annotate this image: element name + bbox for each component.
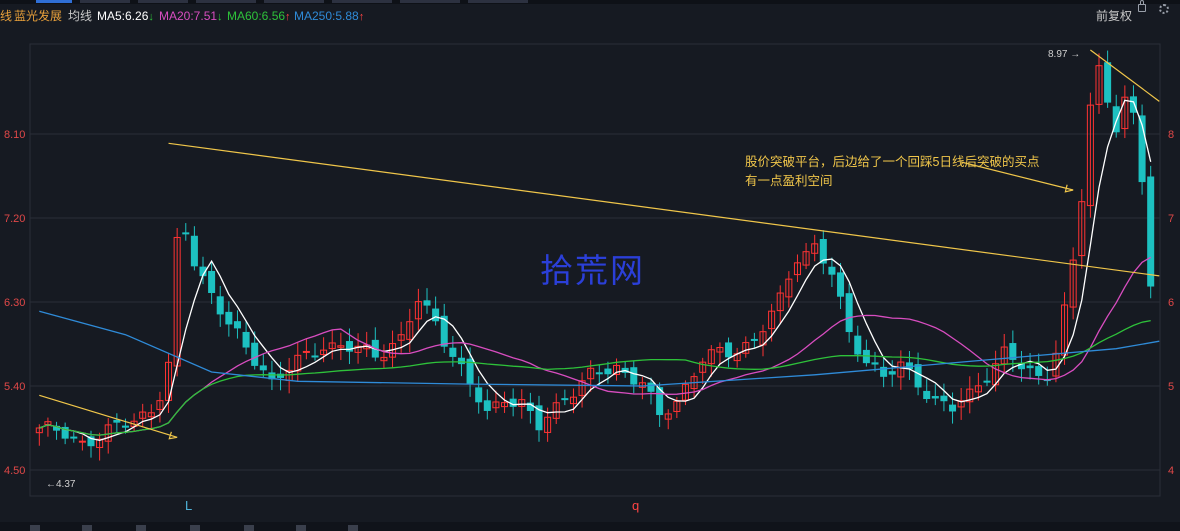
y-tick-label-right: 7 [1168, 213, 1174, 225]
annotation-line-2: 有一点盈利空间 [745, 174, 833, 188]
candle-body [449, 347, 457, 357]
y-tick-label-left: 4.50 [4, 465, 25, 477]
gear-icon[interactable] [1159, 4, 1169, 14]
bottom-tab[interactable] [244, 525, 254, 531]
candle-body [182, 232, 190, 235]
candle-body [888, 371, 896, 375]
candle-body [208, 270, 216, 294]
candle-body [750, 338, 758, 341]
candle-body [121, 425, 129, 428]
candle-body [423, 300, 431, 306]
candle-body [483, 400, 491, 411]
x-marker-label: q [632, 498, 639, 513]
y-tick-label-left: 8.10 [4, 129, 25, 141]
candle-body [1035, 366, 1043, 376]
ma5-value: MA5:6.26↓ [97, 9, 154, 23]
y-tick-label-right: 6 [1168, 297, 1174, 309]
candle-body [311, 355, 319, 358]
candle-body [78, 440, 86, 443]
low-price-label: ←4.37 [46, 479, 76, 490]
candle-body [259, 365, 267, 371]
candle-body [216, 296, 224, 315]
candle-body [630, 367, 638, 385]
x-marker-label: L [185, 498, 192, 513]
candle-body [233, 321, 241, 329]
bottom-tab[interactable] [30, 525, 40, 531]
y-tick-label-left: 6.30 [4, 297, 25, 309]
candle-body [871, 362, 879, 365]
high-price-label: 8.97 → [1048, 49, 1080, 60]
trend-arrow-head [168, 431, 178, 440]
candle-body [604, 368, 612, 375]
bottom-tab[interactable] [136, 525, 146, 531]
y-tick-label-right: 4 [1168, 465, 1174, 477]
candle-body [983, 380, 991, 383]
period-tab[interactable] [400, 0, 460, 3]
ma60-line [39, 319, 1151, 436]
candle-body [914, 364, 922, 388]
candle-body [432, 308, 440, 322]
y-tick-label-right: 5 [1168, 381, 1174, 393]
watermark: 拾荒网 [540, 251, 645, 290]
candle-body [113, 419, 121, 423]
candle-body [940, 395, 948, 402]
bottom-tab[interactable] [82, 525, 92, 531]
candle-body [302, 350, 310, 353]
candle-body [190, 235, 198, 267]
period-tab[interactable] [264, 0, 324, 3]
y-tick-label-right: 8 [1168, 129, 1174, 141]
period-tab[interactable] [138, 0, 188, 3]
bottom-tab[interactable] [348, 525, 358, 531]
candle-body [1129, 96, 1137, 113]
candle-body [845, 293, 853, 333]
bottom-tab[interactable] [190, 525, 200, 531]
candle-body [1104, 62, 1112, 103]
candle-body [251, 342, 259, 366]
period-tab[interactable] [196, 0, 256, 3]
candle-body [225, 311, 233, 325]
candle-body [837, 272, 845, 297]
candle-body [905, 362, 913, 370]
candle-body [242, 331, 250, 348]
ma250-value: MA250:5.88↑ [294, 9, 365, 23]
y-tick-label-left: 7.20 [4, 213, 25, 225]
indicator-name[interactable]: 均线 [68, 4, 92, 28]
period-tab[interactable] [468, 0, 528, 3]
period-tab[interactable] [332, 0, 392, 3]
candle-body [70, 436, 78, 439]
candle-body [828, 266, 836, 275]
trend-arrow-head [1064, 184, 1074, 193]
indicator-header: 线 蓝光发展 均线 MA5:6.26↓ MA20:7.51↓ MA60:6.56… [0, 0, 1180, 28]
ma60-value: MA60:6.56↑ [227, 9, 291, 23]
candle-body [725, 342, 733, 358]
active-period-tab[interactable] [36, 0, 72, 3]
candle-body [854, 335, 862, 355]
ma20-value: MA20:7.51↓ [159, 9, 223, 23]
lock-icon[interactable] [1138, 0, 1146, 12]
ma5-arrow-icon: ↓ [148, 11, 154, 23]
adjust-mode-button[interactable]: 前复权 [1096, 4, 1132, 28]
candle-body [1026, 365, 1034, 369]
candle-body [923, 390, 931, 400]
ma60-arrow-icon: ↑ [285, 11, 291, 23]
candle-body [561, 398, 569, 401]
candle-body [647, 382, 655, 392]
y-tick-label-left: 5.40 [4, 381, 25, 393]
header-fragment: 线 [0, 9, 13, 23]
candle-body [931, 396, 939, 399]
ma20-arrow-icon: ↓ [217, 11, 223, 23]
candle-body [1147, 176, 1155, 287]
candle-body [949, 404, 957, 412]
candle-body [595, 372, 603, 375]
bottom-tab-bar [0, 522, 1180, 531]
ma250-arrow-icon: ↑ [358, 11, 365, 23]
candle-body [475, 387, 483, 403]
candle-body [457, 357, 465, 365]
period-tab[interactable] [80, 0, 130, 3]
annotation-line-1: 股价突破平台，后边给了一个回踩5日线后突破的买点 [745, 155, 1040, 169]
chart-annotation: 股价突破平台，后边给了一个回踩5日线后突破的买点 有一点盈利空间 [745, 153, 1039, 191]
bottom-tab[interactable] [296, 525, 306, 531]
stock-name[interactable]: 蓝光发展 [14, 4, 62, 28]
